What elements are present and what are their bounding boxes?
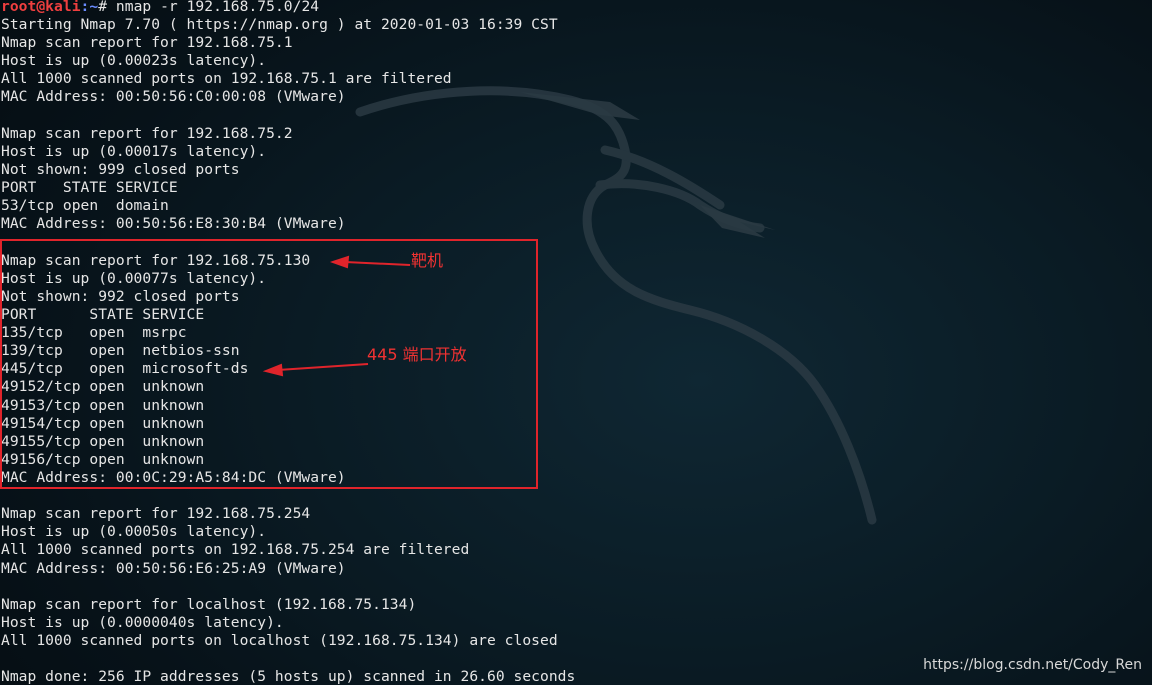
annotation-port-open: 445 端口开放	[367, 345, 467, 364]
arrow-port-head	[262, 363, 284, 377]
arrow-target-line	[344, 261, 411, 266]
arrow-port-line	[277, 363, 369, 371]
annotation-arrows	[262, 255, 411, 377]
annotation-target-machine: 靶机	[411, 251, 444, 270]
arrow-target-head	[329, 255, 350, 269]
watermark-url: https://blog.csdn.net/Cody_Ren	[923, 657, 1142, 673]
